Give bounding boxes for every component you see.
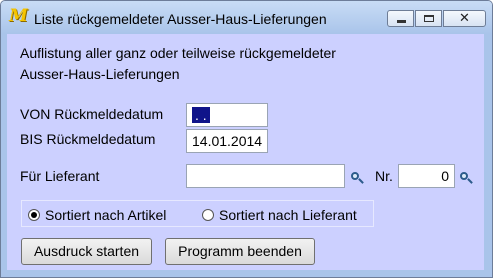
maximize-icon — [424, 15, 434, 22]
lieferant-label: Für Lieferant — [20, 168, 100, 184]
intro-line-1: Auflistung aller ganz oder teilweise rüc… — [20, 45, 336, 61]
close-icon: ✕ — [459, 11, 470, 26]
app-logo-icon: M — [9, 6, 28, 26]
nr-label: Nr. — [375, 168, 393, 184]
maximize-button[interactable] — [415, 10, 442, 27]
handle-shape — [467, 178, 473, 184]
lieferant-search-icon[interactable] — [349, 170, 365, 186]
von-date-label: VON Rückmeldedatum — [20, 106, 164, 122]
sort-option-group: Sortiert nach Artikel Sortiert nach Lief… — [21, 200, 374, 227]
von-date-value: . . — [192, 107, 210, 123]
handle-shape — [358, 178, 364, 184]
title-bar[interactable]: M Liste rückgemeldeter Ausser-Haus-Liefe… — [1, 1, 492, 34]
minimize-icon — [397, 20, 406, 23]
bis-date-label: BIS Rückmeldedatum — [20, 131, 156, 147]
dialog-content: Auflistung aller ganz oder teilweise rüc… — [7, 34, 484, 270]
exit-button[interactable]: Programm beenden — [165, 238, 315, 265]
radio-circle — [28, 209, 40, 221]
radio-selected-dot — [31, 212, 37, 218]
intro-line-2: Ausser-Haus-Lieferungen — [20, 66, 180, 82]
print-button[interactable]: Ausdruck starten — [21, 238, 152, 265]
intro-text: Auflistung aller ganz oder teilweise rüc… — [20, 43, 336, 85]
sort-lieferant-radio[interactable]: Sortiert nach Lieferant — [202, 207, 357, 223]
sort-lieferant-label: Sortiert nach Lieferant — [219, 207, 357, 223]
close-button[interactable]: ✕ — [443, 10, 486, 27]
bis-date-input[interactable]: 14.01.2014 — [186, 129, 268, 153]
nr-input[interactable]: 0 — [398, 164, 455, 188]
sort-artikel-label: Sortiert nach Artikel — [45, 207, 167, 223]
radio-circle — [202, 209, 214, 221]
minimize-button[interactable] — [387, 10, 414, 27]
report-window: M Liste rückgemeldeter Ausser-Haus-Liefe… — [0, 0, 493, 278]
lieferant-input[interactable] — [186, 164, 345, 188]
nr-search-icon[interactable] — [458, 170, 474, 186]
sort-artikel-radio[interactable]: Sortiert nach Artikel — [28, 207, 166, 223]
von-date-input[interactable]: . . — [186, 103, 268, 127]
window-title: Liste rückgemeldeter Ausser-Haus-Lieferu… — [34, 11, 327, 27]
